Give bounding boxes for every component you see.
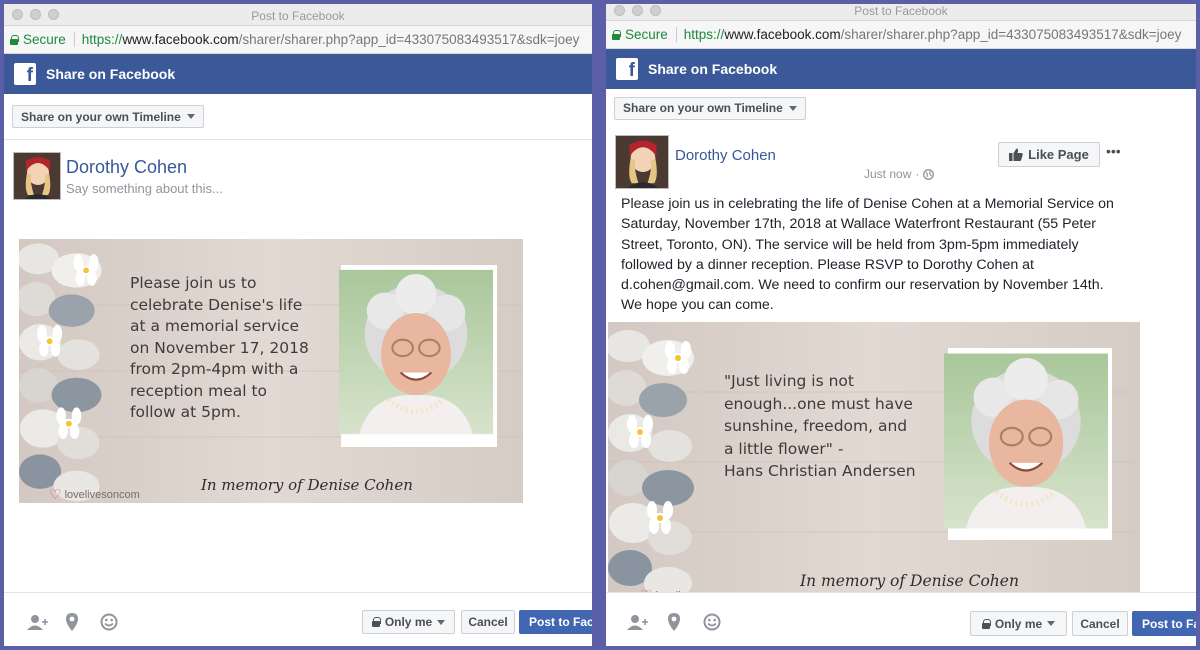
facebook-logo-icon: f (616, 58, 638, 80)
globe-icon (923, 168, 935, 180)
chevron-down-icon (788, 105, 797, 111)
address-bar[interactable]: Secure https://www.facebook.com/sharer/s… (4, 26, 592, 54)
card-quote-text: "Just living is not enough...one must hav… (724, 372, 916, 480)
location-pin-icon[interactable] (667, 613, 681, 636)
share-target-dropdown[interactable]: Share on your own Timeline (614, 96, 806, 120)
feeling-smiley-icon[interactable] (703, 613, 721, 636)
dialog-title: Share on Facebook (648, 61, 778, 77)
card-brand: ♡lovelivesoncom (49, 486, 140, 502)
cancel-button[interactable]: Cancel (461, 610, 515, 634)
title-bar: Post to Facebook (606, 4, 1196, 21)
location-pin-icon[interactable] (65, 613, 79, 636)
facebook-logo-icon: f (14, 63, 36, 85)
dialog-title: Share on Facebook (46, 66, 176, 82)
secure-indicator[interactable]: Secure (612, 27, 677, 42)
composer-toolbar: Only me Cancel Post to Facebook (606, 592, 1196, 646)
dialog-header: f Share on Facebook (4, 54, 592, 94)
share-dialog-right: Post to Facebook Secure https://www.face… (606, 4, 1196, 646)
post-timestamp: Just now · (864, 167, 935, 181)
window-title: Post to Facebook (251, 9, 345, 23)
share-target-dropdown[interactable]: Share on your own Timeline (12, 105, 204, 128)
post-body-text: Please join us in celebrating the life o… (621, 196, 1114, 314)
cancel-button[interactable]: Cancel (1072, 611, 1128, 636)
privacy-dropdown[interactable]: Only me (970, 611, 1067, 636)
chevron-down-icon (437, 619, 446, 625)
link-preview-image: Please join us to celebrate Denise's life… (19, 239, 523, 503)
heart-icon: ♡ (49, 486, 62, 502)
tag-friends-icon[interactable] (26, 613, 48, 636)
card-memory-caption: In memory of Denise Cohen (201, 476, 413, 494)
thumbs-up-icon (1009, 148, 1023, 161)
avatar (13, 152, 61, 200)
card-memory-caption: In memory of Denise Cohen (800, 572, 1019, 590)
lock-icon (981, 618, 991, 629)
chevron-down-icon (186, 114, 195, 119)
composer-user-name[interactable]: Dorothy Cohen (66, 157, 187, 178)
composer-input[interactable]: Say something about this... (66, 181, 223, 196)
title-bar: Post to Facebook (4, 4, 592, 26)
composer-toolbar: Only me Cancel Post to Facebook (4, 592, 592, 646)
link-preview-image: "Just living is not enough...one must hav… (608, 322, 1140, 604)
card-invitation-text: Please join us to celebrate Denise's life… (130, 274, 309, 421)
share-target-row: Share on your own Timeline (606, 89, 1196, 127)
preview-user-name[interactable]: Dorothy Cohen (675, 147, 776, 164)
lock-icon (371, 617, 381, 627)
share-target-row: Share on your own Timeline (4, 94, 592, 140)
lock-icon (612, 29, 621, 40)
post-button[interactable]: Post to Facebook (1132, 611, 1196, 636)
share-dialog-left: Post to Facebook Secure https://www.face… (4, 4, 592, 646)
secure-indicator[interactable]: Secure (10, 32, 75, 47)
privacy-dropdown[interactable]: Only me (362, 610, 455, 634)
feeling-smiley-icon[interactable] (100, 613, 118, 636)
more-options-icon[interactable]: ••• (1106, 143, 1121, 159)
chevron-down-icon (1047, 621, 1056, 626)
post-button[interactable]: Post to Facebook (519, 610, 592, 634)
dialog-header: f Share on Facebook (606, 49, 1196, 89)
like-page-button[interactable]: Like Page (998, 142, 1100, 167)
lock-icon (10, 34, 19, 45)
address-bar[interactable]: Secure https://www.facebook.com/sharer/s… (606, 21, 1196, 49)
window-title: Post to Facebook (854, 4, 948, 18)
avatar (615, 135, 669, 189)
tag-friends-icon[interactable] (626, 613, 648, 636)
